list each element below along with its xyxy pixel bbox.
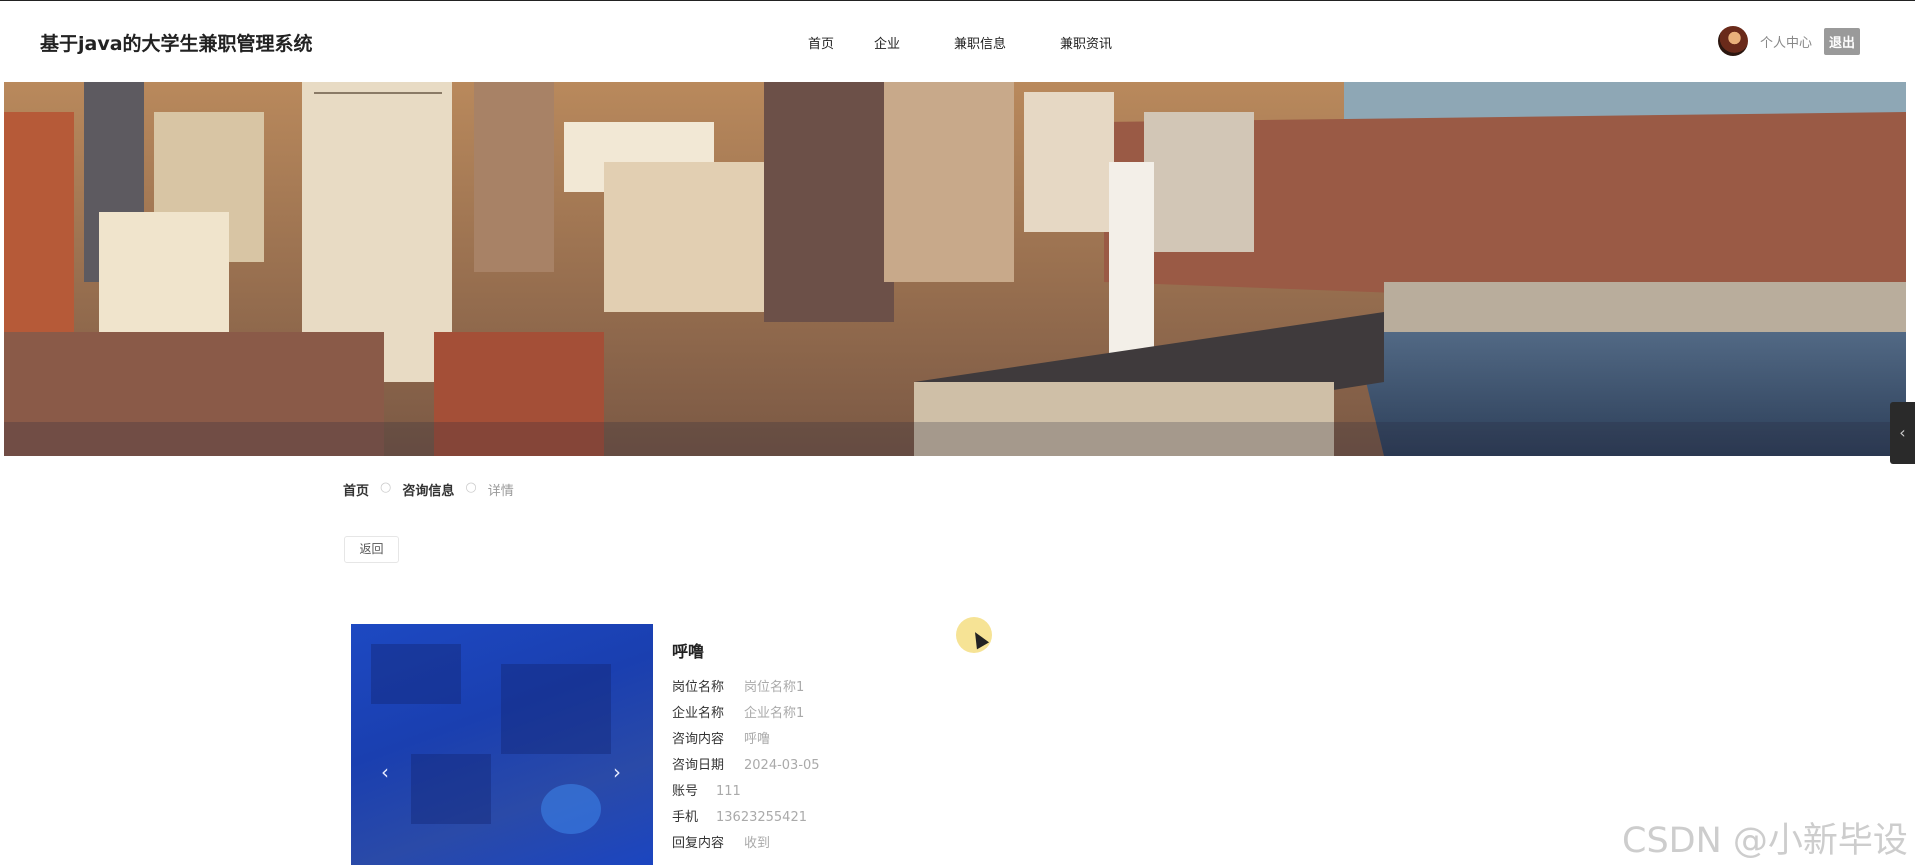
carousel-image-shape [501,664,611,754]
carousel-next-icon[interactable]: › [607,760,627,784]
detail-value: 收到 [744,836,771,851]
detail-label: 回复内容 [672,836,725,851]
carousel-prev-icon[interactable]: ‹ [375,760,395,784]
detail-label: 手机 [672,810,699,825]
detail-label: 账号 [672,784,699,799]
back-button[interactable]: 返回 [344,536,399,563]
avatar[interactable] [1718,26,1748,56]
detail-title: 呼噜 [672,642,705,661]
user-area: 个人中心 退出 [1718,26,1861,56]
carousel-image-shape [371,644,461,704]
detail-label: 咨询日期 [672,758,725,773]
detail-row-company: 企业名称 企业名称1 [672,701,820,727]
detail-value: 呼噜 [744,732,771,747]
site-title: 基于java的大学生兼职管理系统 [40,33,313,55]
breadcrumb: 首页 ○ 咨询信息 ○ 详情 [343,480,514,499]
detail-value: 111 [716,784,741,799]
nav-item-job-news[interactable]: 兼职资讯 [1060,33,1112,52]
main-nav: 首页 企业 兼职信息 兼职资讯 [808,33,1166,52]
detail-row-account: 账号 111 [672,779,820,805]
detail-label: 咨询内容 [672,732,725,747]
nav-item-home[interactable]: 首页 [808,33,834,52]
breadcrumb-current: 详情 [487,484,514,499]
breadcrumb-separator: ○ [465,480,477,495]
detail-value: 13623255421 [716,810,807,825]
watermark: CSDN @小新毕设 [1622,821,1908,861]
breadcrumb-separator: ○ [380,480,392,495]
detail-value: 企业名称1 [744,706,805,721]
logout-button[interactable]: 退出 [1824,27,1861,55]
carousel-image-shape [541,784,601,834]
detail-row-reply: 回复内容 收到 [672,831,820,857]
nav-item-job-info[interactable]: 兼职信息 [954,33,1006,52]
nav-item-enterprise[interactable]: 企业 [874,33,900,52]
detail-row-position: 岗位名称 岗位名称1 [672,675,820,701]
consult-detail: 呼噜 岗位名称 岗位名称1 企业名称 企业名称1 咨询内容 呼噜 咨询日期 20… [672,638,820,857]
detail-label: 企业名称 [672,706,725,721]
side-collapse-tab[interactable]: ‹ [1890,402,1915,464]
breadcrumb-home[interactable]: 首页 [343,480,369,499]
breadcrumb-consult-info[interactable]: 咨询信息 [402,480,454,499]
image-carousel: ‹ › [351,624,653,865]
chevron-left-icon: ‹ [1899,423,1906,442]
user-center-link[interactable]: 个人中心 [1760,32,1812,51]
detail-label: 岗位名称 [672,680,725,695]
detail-row-date: 咨询日期 2024-03-05 [672,753,820,779]
banner-image [4,82,1906,456]
carousel-image-shape [411,754,491,824]
detail-row-phone: 手机 13623255421 [672,805,820,831]
detail-value: 岗位名称1 [744,680,805,695]
detail-value: 2024-03-05 [744,758,820,773]
detail-row-content: 咨询内容 呼噜 [672,727,820,753]
site-header: 基于java的大学生兼职管理系统 首页 企业 兼职信息 兼职资讯 个人中心 退出 [0,1,1915,81]
